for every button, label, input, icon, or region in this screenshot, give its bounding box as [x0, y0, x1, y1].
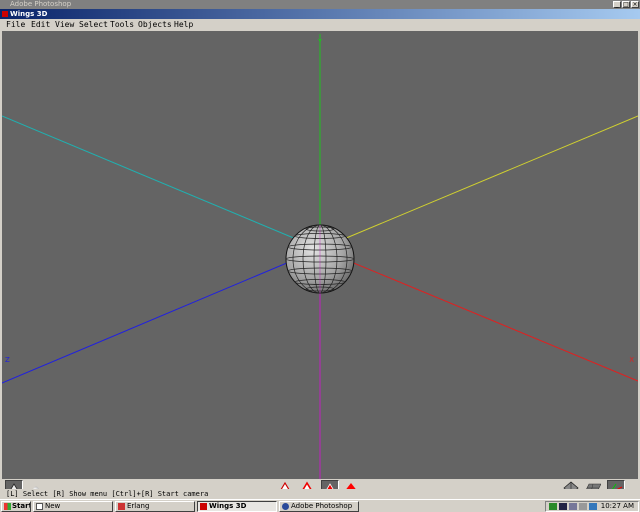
- x-axis-label: X: [629, 356, 634, 364]
- erlang-icon: [118, 503, 125, 510]
- viewport-scene: Y Z X: [2, 34, 638, 479]
- photoshop-title: Adobe Photoshop: [10, 0, 72, 8]
- taskbar: Start New Erlang Wings 3D Adobe Photosho…: [0, 499, 640, 512]
- network-icon[interactable]: [569, 503, 577, 510]
- taskbar-item-label: New: [45, 502, 61, 510]
- status-text: [L] Select [R] Show menu [Ctrl]+[R] Star…: [6, 490, 209, 498]
- taskbar-item-new[interactable]: New: [33, 501, 113, 512]
- taskbar-item-photoshop[interactable]: Adobe Photoshop: [279, 501, 359, 512]
- menu-view[interactable]: View: [55, 20, 74, 30]
- z-axis-line: [2, 248, 321, 384]
- start-button[interactable]: Start: [1, 501, 31, 512]
- taskbar-item-erlang[interactable]: Erlang: [115, 501, 195, 512]
- maximize-button[interactable]: □: [622, 1, 630, 8]
- neg-x-axis-line: [319, 115, 638, 250]
- sphere-object: [285, 224, 355, 294]
- menu-edit[interactable]: Edit: [31, 20, 50, 30]
- update-icon[interactable]: [589, 503, 597, 510]
- photoshop-titlebar: Adobe Photoshop _ □ ×: [0, 0, 640, 9]
- minimize-button[interactable]: _: [613, 1, 621, 8]
- taskbar-item-wings3d[interactable]: Wings 3D: [197, 501, 277, 512]
- check-icon[interactable]: [549, 503, 557, 510]
- windows-logo-icon: [4, 503, 11, 510]
- wings-title: Wings 3D: [10, 10, 48, 18]
- x-axis-line: [319, 248, 638, 382]
- status-bar: [L] Select [R] Show menu [Ctrl]+[R] Star…: [0, 489, 640, 499]
- wings-app-icon: [2, 11, 8, 17]
- neg-z-axis-line: [2, 115, 321, 250]
- y-axis-label: Y: [317, 38, 323, 46]
- system-tray: 10:27 AM: [545, 501, 639, 512]
- clock[interactable]: 10:27 AM: [601, 502, 634, 511]
- photoshop-icon: [282, 503, 289, 510]
- 3d-viewport[interactable]: Y Z X: [2, 31, 638, 479]
- monitor-icon[interactable]: [559, 503, 567, 510]
- start-label: Start: [12, 502, 31, 510]
- taskbar-item-label: Adobe Photoshop: [291, 502, 353, 510]
- document-icon: [36, 503, 43, 510]
- menu-file[interactable]: File: [6, 20, 25, 30]
- taskbar-item-label: Erlang: [127, 502, 150, 510]
- menu-select[interactable]: Select: [79, 20, 108, 30]
- volume-icon[interactable]: [579, 503, 587, 510]
- wings-window: Wings 3D File Edit View Select Tools Obj…: [0, 9, 640, 499]
- close-button[interactable]: ×: [631, 1, 639, 8]
- menu-bar: File Edit View Select Tools Objects Help: [0, 19, 640, 31]
- menu-objects[interactable]: Objects: [138, 20, 172, 30]
- z-axis-label: Z: [5, 356, 10, 364]
- wings-titlebar: Wings 3D: [0, 9, 640, 19]
- menu-tools[interactable]: Tools: [110, 20, 134, 30]
- taskbar-item-label: Wings 3D: [209, 502, 247, 510]
- menu-help[interactable]: Help: [174, 20, 193, 30]
- wings-icon: [200, 503, 207, 510]
